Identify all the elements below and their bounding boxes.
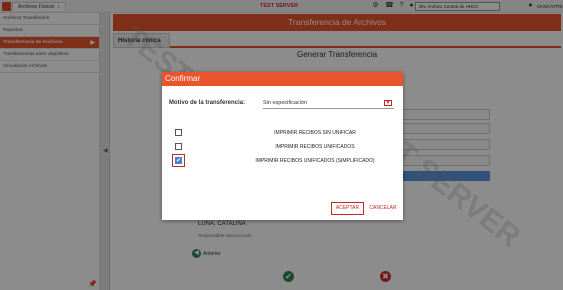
option-unificados-simplificado[interactable]: ✔ IMPRIMIR RECIBOS UNIFICADOS (SIMPLIFIC… <box>172 154 395 167</box>
option-label: IMPRIMIR RECIBOS SIN UNIFICAR <box>274 130 356 136</box>
motivo-value: Sin especificación <box>263 100 308 106</box>
chevron-down-icon[interactable]: ▼ <box>384 100 392 106</box>
motivo-select[interactable]: Sin especificación ▼ <box>263 98 394 109</box>
option-sin-unificar[interactable]: IMPRIMIR RECIBOS SIN UNIFICAR <box>175 128 395 138</box>
option-label: IMPRIMIR RECIBOS UNIFICADOS <box>275 144 355 150</box>
checkbox-checked[interactable]: ✔ <box>175 157 182 164</box>
option-label: IMPRIMIR RECIBOS UNIFICADOS (SIMPLIFICAD… <box>255 158 375 164</box>
accept-button[interactable]: ACEPTAR <box>331 202 364 215</box>
confirm-dialog: Confirmar Motivo de la transferencia: Si… <box>162 72 403 220</box>
option-unificados[interactable]: IMPRIMIR RECIBOS UNIFICADOS <box>175 142 395 152</box>
checkbox[interactable] <box>175 143 182 150</box>
dialog-title: Confirmar <box>162 72 403 86</box>
cancel-button[interactable]: CANCELAR <box>368 202 398 215</box>
motivo-label: Motivo de la transferencia: <box>169 100 246 106</box>
checkbox[interactable] <box>175 129 182 136</box>
